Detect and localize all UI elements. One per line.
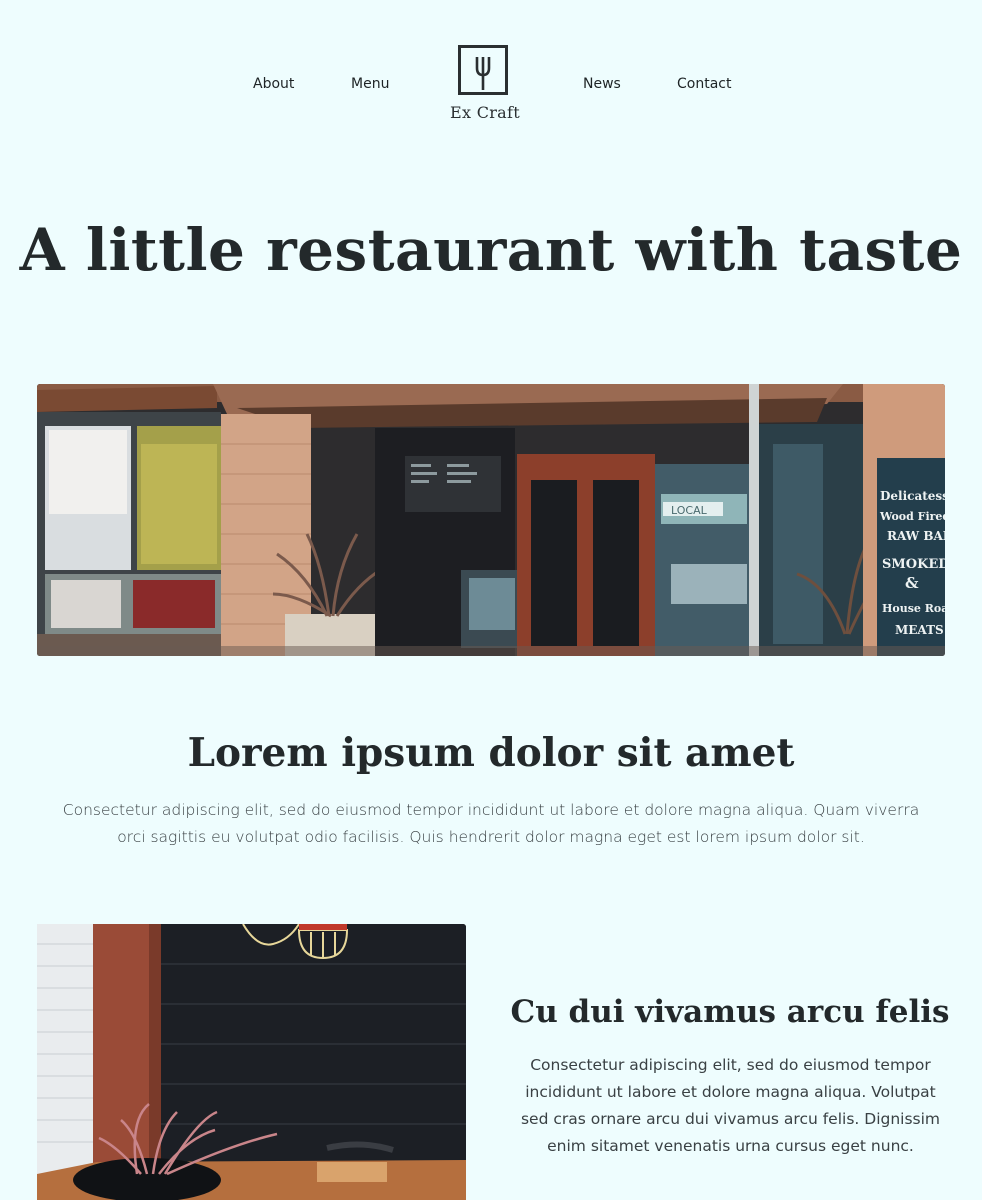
local-sign-text: LOCAL xyxy=(671,504,708,517)
nav-link-news[interactable]: News xyxy=(583,76,621,92)
board-line-2: Wood Fired Pizza xyxy=(879,510,945,523)
logo[interactable]: Ex Craft xyxy=(444,44,526,128)
board-line-1: Delicatessen xyxy=(880,489,945,503)
nav-link-menu[interactable]: Menu xyxy=(351,76,389,92)
fork-icon xyxy=(458,45,508,95)
board-line-3: RAW BAR xyxy=(887,529,945,543)
board-line-6: House Roast xyxy=(882,602,945,615)
storefront-photo: LOCAL Delicatessen Wood Fired Pizza RAW … xyxy=(37,384,945,656)
feature-title: Cu dui vivamus arcu felis xyxy=(510,994,950,1030)
section-body: Consectetur adipiscing elit, sed do eius… xyxy=(62,801,920,846)
board-line-4: SMOKED FISH xyxy=(882,557,945,572)
board-line-5: & xyxy=(905,574,919,592)
feature-body: Consectetur adipiscing elit, sed do eius… xyxy=(520,1056,941,1155)
hero-title: A little restaurant with taste xyxy=(19,216,963,284)
board-line-7: MEATS xyxy=(895,623,944,637)
main-nav: About Menu Ex Craft News Contact xyxy=(0,0,982,140)
nav-link-contact[interactable]: Contact xyxy=(677,76,731,92)
nav-link-about[interactable]: About xyxy=(253,76,294,92)
section-title: Lorem ipsum dolor sit amet xyxy=(187,730,795,776)
logo-text: Ex Craft xyxy=(450,103,520,122)
restaurant-interior-photo xyxy=(37,924,466,1200)
